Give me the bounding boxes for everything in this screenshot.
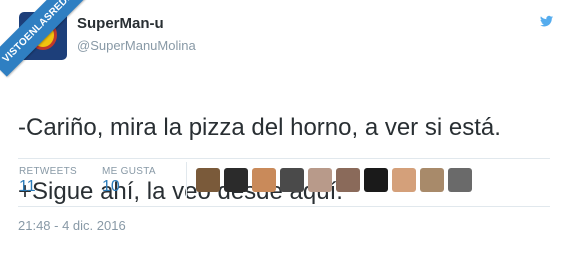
retweets-count[interactable]: 11 bbox=[19, 178, 36, 196]
tweet-card: VISTOENLASREDES SuperMan-u @SuperManuMol… bbox=[0, 0, 568, 254]
likes-label: ME GUSTA bbox=[102, 166, 156, 177]
liker-avatar[interactable] bbox=[448, 168, 472, 192]
tweet-text: -Cariño, mira la pizza del horno, a ver … bbox=[18, 80, 563, 240]
liker-avatar[interactable] bbox=[280, 168, 304, 192]
divider-top bbox=[18, 158, 550, 159]
likes-count[interactable]: 10 bbox=[102, 178, 120, 196]
liker-avatar[interactable] bbox=[308, 168, 332, 192]
tweet-timestamp[interactable]: 21:48 - 4 dic. 2016 bbox=[18, 218, 126, 233]
likers-avatars bbox=[196, 168, 472, 192]
retweets-label: RETWEETS bbox=[19, 166, 77, 177]
author-handle[interactable]: @SuperManuMolina bbox=[77, 38, 196, 53]
tweet-text-line-1: -Cariño, mira la pizza del horno, a ver … bbox=[18, 114, 501, 141]
author-display-name[interactable]: SuperMan-u bbox=[77, 15, 164, 32]
stats-separator bbox=[186, 162, 187, 198]
liker-avatar[interactable] bbox=[196, 168, 220, 192]
liker-avatar[interactable] bbox=[252, 168, 276, 192]
liker-avatar[interactable] bbox=[392, 168, 416, 192]
liker-avatar[interactable] bbox=[420, 168, 444, 192]
liker-avatar[interactable] bbox=[224, 168, 248, 192]
liker-avatar[interactable] bbox=[336, 168, 360, 192]
liker-avatar[interactable] bbox=[364, 168, 388, 192]
twitter-bird-icon[interactable] bbox=[540, 14, 554, 28]
divider-bottom bbox=[18, 206, 550, 207]
